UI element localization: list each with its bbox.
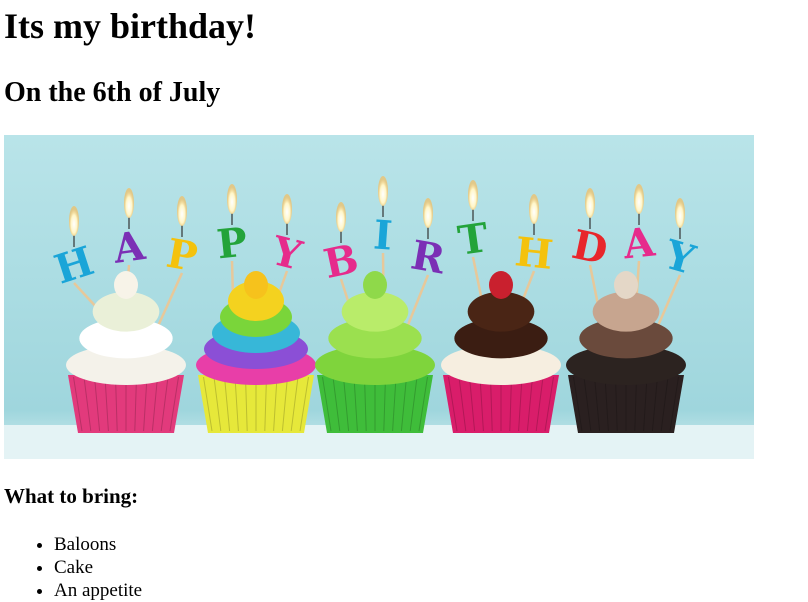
list-item: An appetite xyxy=(54,579,142,602)
candle-letter: A xyxy=(620,218,658,268)
candle-letter: H xyxy=(513,228,556,279)
list-item: Baloons xyxy=(54,533,142,556)
list-item: Cake xyxy=(54,556,142,579)
bring-list: Baloons Cake An appetite xyxy=(4,533,142,602)
bring-heading: What to bring: xyxy=(4,484,139,508)
page-subtitle: On the 6th of July xyxy=(4,77,221,108)
candle-letter: I xyxy=(372,211,394,259)
birthday-cupcakes-photo: HAPPYBIRTHDAY xyxy=(4,135,754,459)
candle-letter: P xyxy=(215,219,250,269)
page-title: Its my birthday! xyxy=(4,6,257,46)
